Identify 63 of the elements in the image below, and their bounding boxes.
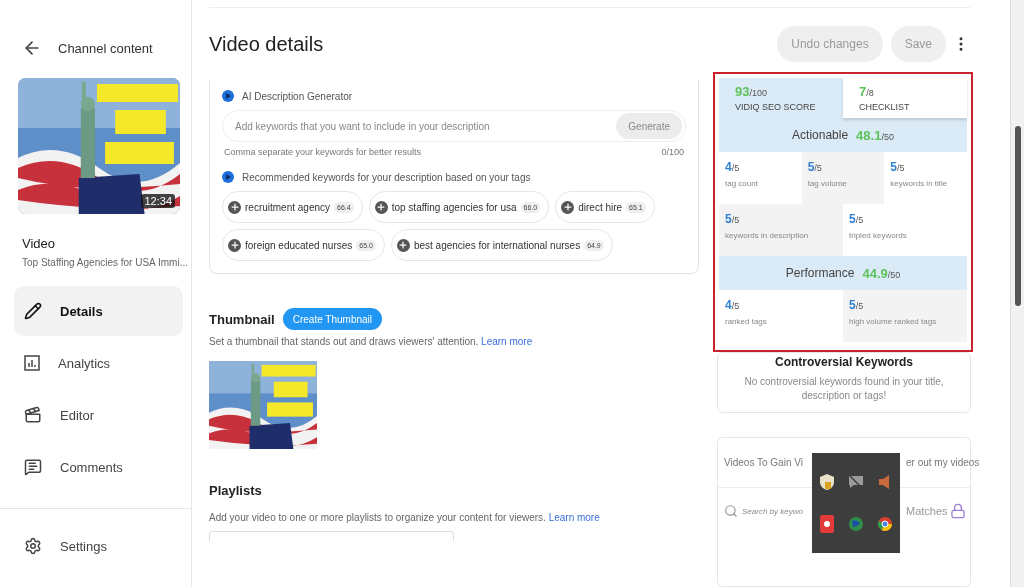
video-title: Top Staffing Agencies for USA Immi... <box>22 257 189 268</box>
pencil-icon <box>24 302 42 320</box>
section-score: 48.1/50 <box>856 127 894 143</box>
matches-label: Matches <box>906 505 948 517</box>
panel-title: Controversial Keywords <box>774 355 913 369</box>
metric-label: tag volume <box>807 179 848 188</box>
thumbnail-description: Set a thumbnail that stands out and draws viewers' attention. Learn more <box>209 336 534 347</box>
score-tab[interactable]: 7/8 CHECKLIST <box>843 78 967 118</box>
back-label: Channel content <box>58 40 153 56</box>
metric-label: tripled keywords <box>849 231 908 240</box>
section-label: Actionable <box>792 128 849 142</box>
metric-score: 4/5 <box>725 160 741 174</box>
playlists-description: Add your video to one or more playlists to organize your content for viewers. Learn more <box>209 512 601 523</box>
metric-label: tag count <box>725 179 759 188</box>
lock-icon <box>950 503 966 519</box>
nav-item[interactable]: Comments <box>14 442 183 492</box>
metric-label: high volume ranked tags <box>849 317 938 326</box>
metric-label: keywords in description <box>725 231 810 240</box>
settings-item[interactable]: Settings <box>14 521 107 571</box>
learn-more-link[interactable]: Learn more <box>481 336 533 347</box>
metric-score: 5/5 <box>849 212 865 226</box>
browser-icon[interactable] <box>877 516 894 532</box>
learn-more-link[interactable]: Learn more <box>548 512 600 523</box>
field-hint: Comma separate your keywords for better results <box>224 147 422 157</box>
shield-icon[interactable] <box>818 473 835 491</box>
metric-score: 5/5 <box>725 212 741 226</box>
bar-chart-icon <box>24 355 40 371</box>
section-label: Performance <box>785 266 855 280</box>
section-title: Thumbnail <box>209 311 275 327</box>
filter-label: er out my videos <box>906 457 980 468</box>
comment-icon <box>24 458 42 476</box>
clapperboard-icon <box>24 406 42 424</box>
search-icon <box>724 504 738 518</box>
metric-score: 5/5 <box>807 160 823 174</box>
panel-message: No controversial keywords found in your title, description or tags! <box>744 375 944 402</box>
card-title: Videos To Gain Vi <box>724 457 803 468</box>
score-tab[interactable]: 93/100 VIDIQ SEO SCORE <box>719 78 843 118</box>
recommended-title: Recommended keywords for your description based on your tags <box>242 171 531 183</box>
duration-badge: 12:34 <box>141 194 175 208</box>
page-title: Video details <box>209 32 325 56</box>
nav-item[interactable]: Analytics <box>14 338 183 388</box>
plus-icon <box>228 238 241 252</box>
section-score: 44.9/50 <box>862 265 901 281</box>
plus-icon <box>561 200 575 214</box>
scrollbar[interactable] <box>1010 0 1024 587</box>
nav-item[interactable]: Details <box>14 286 183 336</box>
muted-chat-icon[interactable] <box>848 475 864 489</box>
character-counter: 0/100 <box>661 147 684 157</box>
section-title: Playlists <box>209 483 263 498</box>
playlist-field[interactable] <box>209 531 454 541</box>
nav-item[interactable]: Editor <box>14 390 183 440</box>
settings-icon <box>24 537 42 555</box>
metric-label: ranked tags <box>725 317 768 326</box>
plus-icon <box>374 200 388 214</box>
plus-icon <box>228 200 241 214</box>
metric-score: 5/5 <box>849 298 865 312</box>
generator-title: AI Description Generator <box>242 90 353 102</box>
record-icon[interactable] <box>819 515 834 533</box>
video-heading: Video <box>22 236 56 251</box>
metric-score: 5/5 <box>890 160 906 174</box>
metric-label: keywords in title <box>890 179 949 188</box>
metric-score: 4/5 <box>725 298 741 312</box>
plus-icon <box>396 238 410 252</box>
